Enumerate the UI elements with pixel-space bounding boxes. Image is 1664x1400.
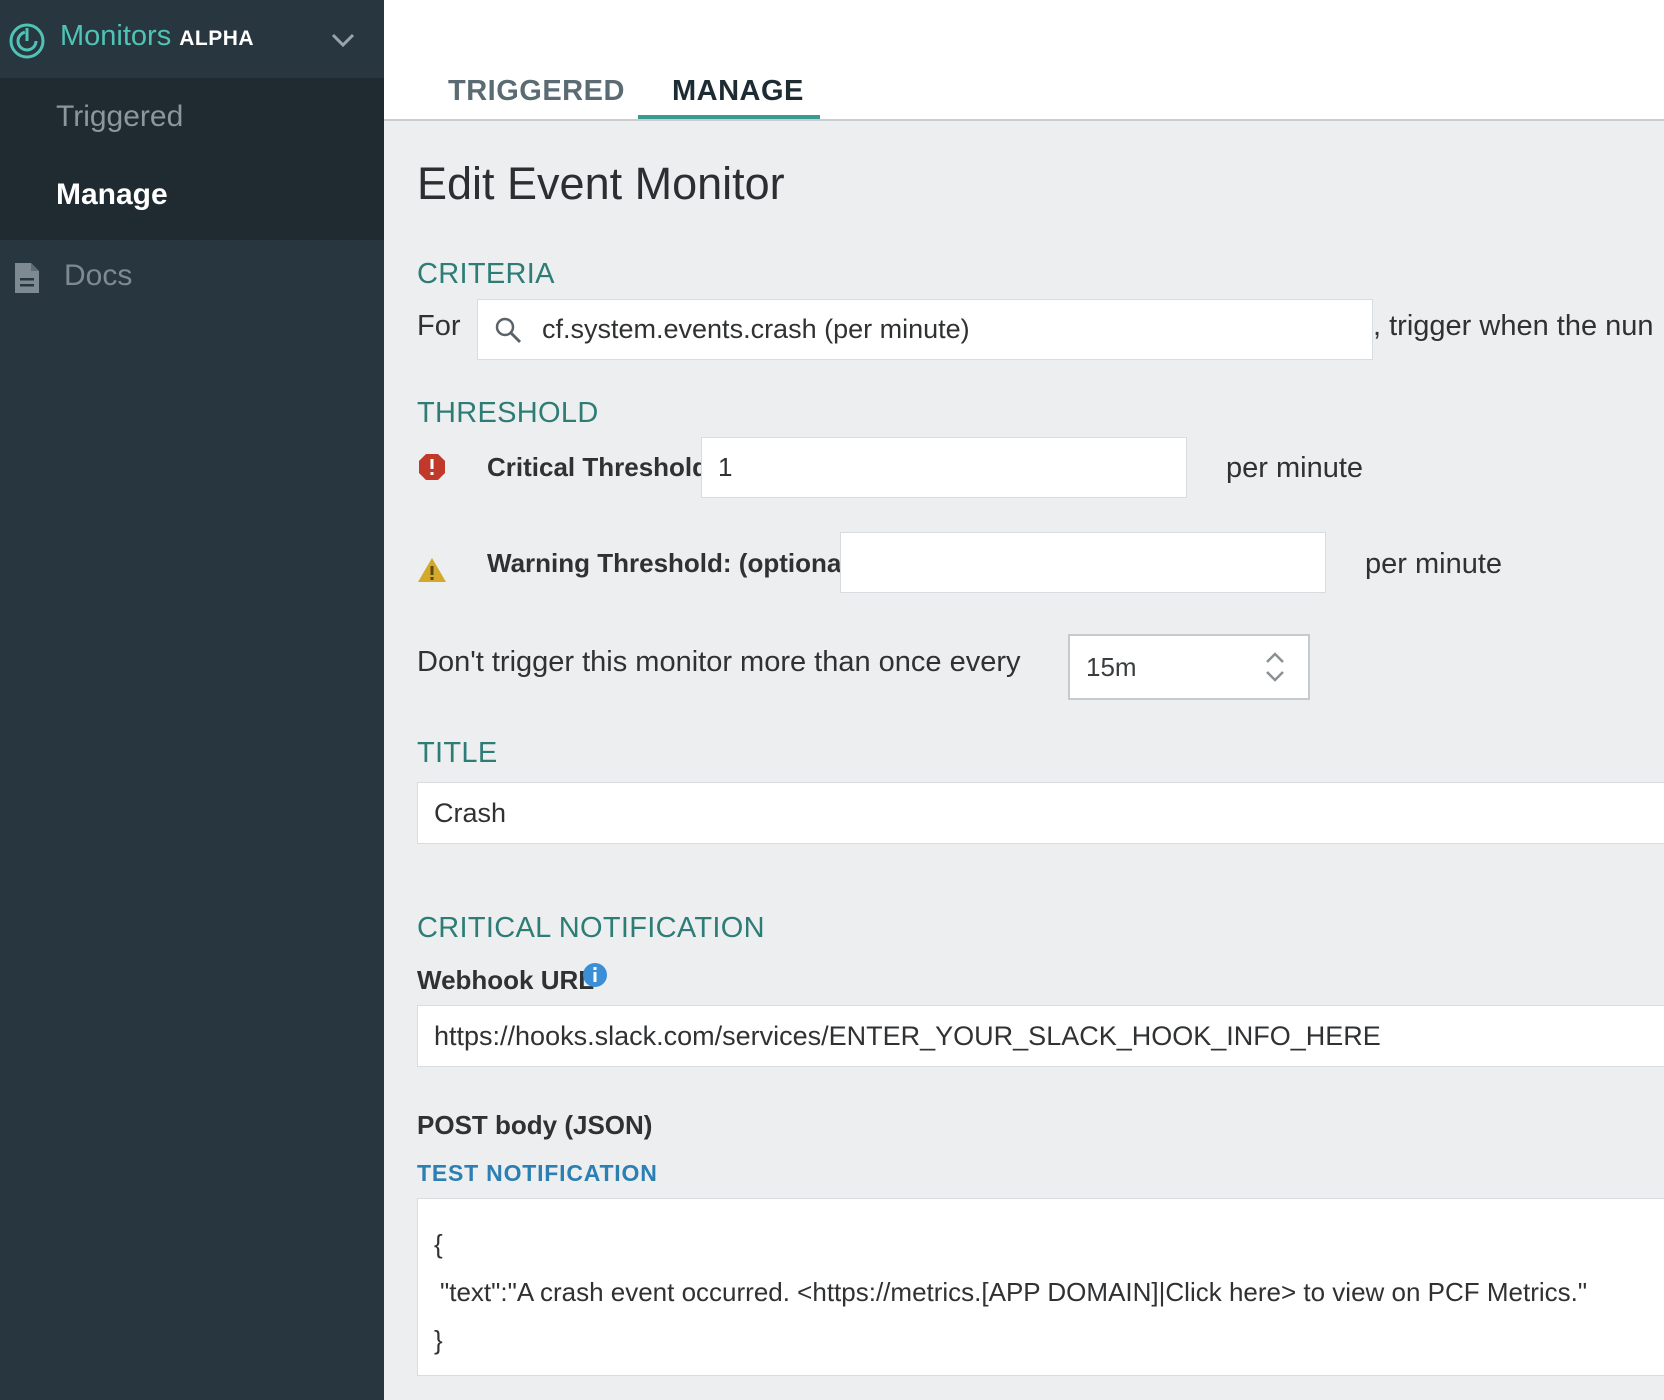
chevron-down-icon[interactable]	[330, 30, 356, 50]
sidebar-item-docs-label: Docs	[64, 259, 133, 292]
critical-threshold-input[interactable]: 1	[701, 437, 1187, 498]
active-tab-indicator	[638, 115, 820, 119]
for-label: For	[417, 310, 461, 342]
title-heading: TITLE	[417, 737, 498, 769]
throttle-select-value: 15m	[1086, 652, 1137, 682]
sidebar-item-triggered[interactable]: Triggered	[56, 100, 183, 134]
throttle-label: Don't trigger this monitor more than onc…	[417, 646, 1021, 678]
title-input[interactable]: Crash	[417, 782, 1664, 844]
webhook-url-label: Webhook URL	[417, 965, 595, 995]
monitors-logo-icon	[9, 23, 45, 59]
webhook-url-input[interactable]: https://hooks.slack.com/services/ENTER_Y…	[417, 1005, 1664, 1067]
page-title: Edit Event Monitor	[417, 158, 785, 209]
tab-triggered[interactable]: TRIGGERED	[448, 75, 625, 108]
app-title: Monitors ALPHA	[60, 20, 254, 53]
select-arrows-icon	[1266, 652, 1284, 682]
metric-search-value: cf.system.events.crash (per minute)	[542, 314, 970, 344]
critical-notification-heading: CRITICAL NOTIFICATION	[417, 912, 765, 944]
critical-error-icon	[419, 454, 445, 480]
test-notification-link[interactable]: TEST NOTIFICATION	[417, 1160, 658, 1187]
warning-unit-label: per minute	[1365, 548, 1503, 580]
search-icon	[495, 317, 522, 344]
sidebar: Monitors ALPHA Triggered Manage Docs	[0, 0, 384, 1400]
post-body-textarea[interactable]: { "text":"A crash event occurred. <https…	[417, 1198, 1664, 1376]
throttle-select[interactable]: 15m	[1068, 634, 1310, 700]
threshold-heading: THRESHOLD	[417, 397, 599, 429]
sidebar-submenu: Triggered Manage	[0, 78, 384, 240]
critical-unit-label: per minute	[1226, 452, 1364, 484]
tab-bar: TRIGGERED MANAGE	[384, 0, 1664, 121]
sidebar-header[interactable]: Monitors ALPHA	[0, 0, 384, 78]
json-line: {	[434, 1229, 443, 1259]
sidebar-item-docs[interactable]: Docs	[0, 255, 384, 303]
sidebar-item-manage[interactable]: Manage	[56, 178, 168, 212]
alpha-badge: ALPHA	[179, 27, 255, 50]
json-line: "text":"A crash event occurred. <https:/…	[440, 1277, 1588, 1307]
app-title-text: Monitors	[60, 20, 172, 52]
warning-icon	[418, 558, 446, 582]
warning-threshold-input[interactable]	[840, 532, 1326, 593]
metric-search-input[interactable]: cf.system.events.crash (per minute)	[477, 299, 1373, 360]
tab-manage[interactable]: MANAGE	[672, 75, 804, 108]
warning-threshold-label: Warning Threshold: (optional)	[487, 548, 858, 578]
critical-threshold-label: Critical Threshold:	[487, 452, 717, 482]
criteria-heading: CRITERIA	[417, 258, 555, 290]
info-icon[interactable]	[582, 962, 608, 988]
main-content: TRIGGERED MANAGE Edit Event Monitor CRIT…	[384, 0, 1664, 1400]
post-body-label: POST body (JSON)	[417, 1110, 653, 1140]
trigger-description: , trigger when the nun	[1373, 310, 1654, 342]
json-line: }	[434, 1325, 443, 1355]
document-icon	[15, 263, 39, 293]
